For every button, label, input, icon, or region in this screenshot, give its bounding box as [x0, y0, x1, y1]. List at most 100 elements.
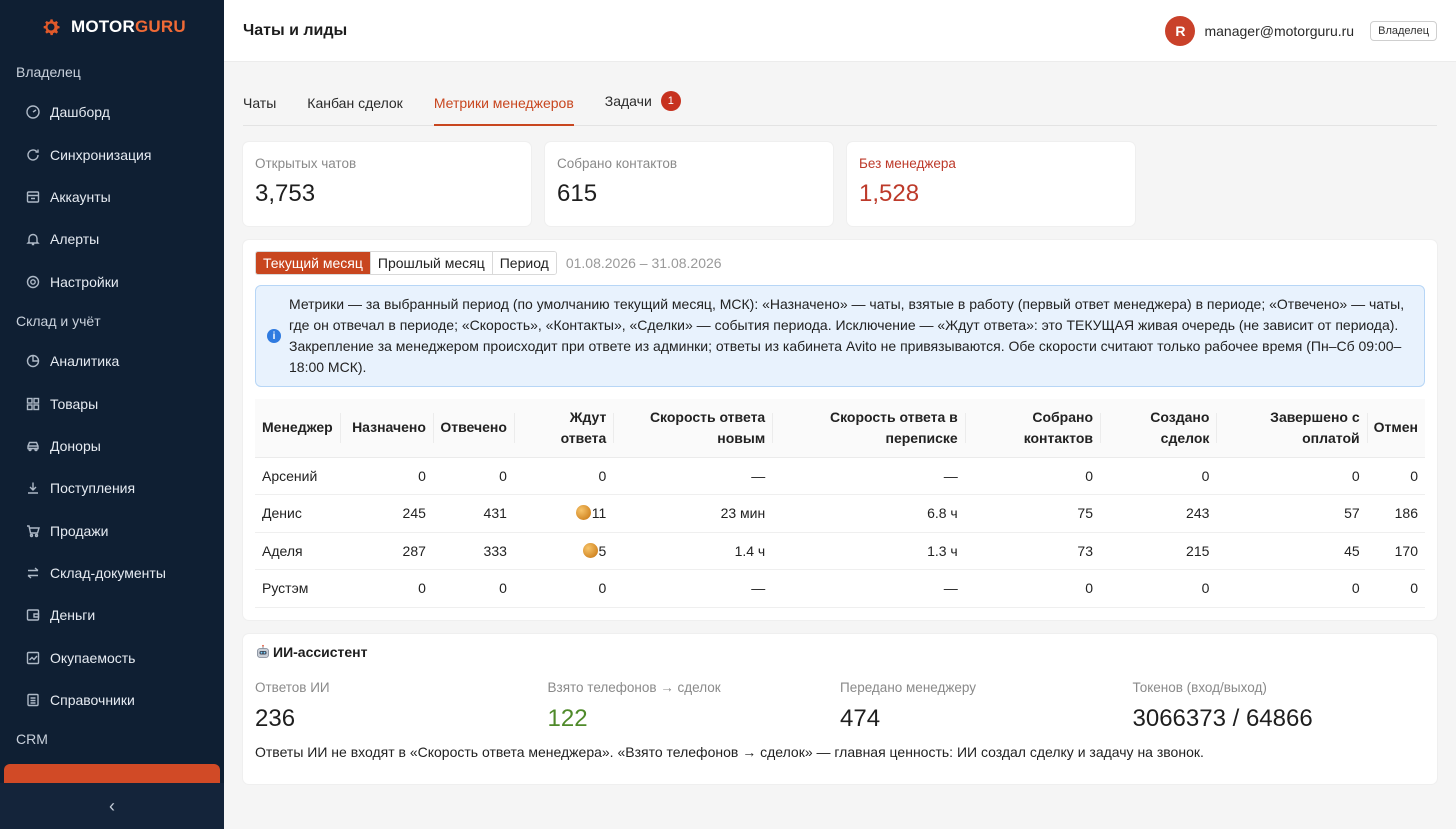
stat-cards: Открытых чатов 3,753 Собрано контактов 6… — [243, 142, 1437, 226]
sidebar-group-owner: Владелец — [16, 64, 81, 80]
cell-paid: 45 — [1216, 532, 1367, 570]
sidebar-item-label: Справочники — [50, 692, 135, 709]
sidebar-item-settings[interactable]: Настройки — [0, 261, 224, 303]
coin-icon — [575, 505, 591, 521]
brand-name: MOTORGURU — [71, 17, 186, 36]
col-contacts[interactable]: Собрано контактов — [964, 399, 1100, 458]
user-email[interactable]: manager@motorguru.ru — [1204, 23, 1354, 39]
period-selector: Текущий месяц Прошлый месяц Период 01.08… — [255, 251, 1425, 275]
col-answered[interactable]: Отвечено — [432, 399, 514, 458]
sidebar-item-analytics[interactable]: Аналитика — [0, 340, 224, 382]
cell-cancelled: 0 — [1366, 457, 1425, 495]
table-row[interactable]: Денис 245 431 11 23 мин 6.8 ч 75 243 57 … — [255, 494, 1425, 533]
col-cancelled[interactable]: Отмен — [1366, 399, 1425, 458]
tab-manager-metrics[interactable]: Метрики менеджеров — [433, 95, 574, 126]
table-header-row: Менеджер Назначено Отвечено Ждут ответа С… — [255, 399, 1425, 458]
logo[interactable]: MOTORGURU — [0, 0, 224, 54]
main-content: Чаты Канбан сделок Метрики менеджеров За… — [243, 62, 1437, 784]
col-speed-chat[interactable]: Скорость ответа в переписке — [772, 399, 965, 458]
stat-label: Собрано контактов — [557, 156, 678, 171]
cell-contacts: 75 — [964, 494, 1100, 533]
sidebar-item-label: Поступления — [50, 480, 136, 497]
sidebar-item-money[interactable]: Деньги — [0, 594, 224, 636]
sidebar-item-label: Аккаунты — [50, 188, 111, 205]
sidebar-item-label: Настройки — [50, 273, 119, 290]
cell-assigned: 287 — [339, 532, 433, 570]
settings-icon — [26, 275, 40, 288]
col-deals[interactable]: Создано сделок — [1100, 399, 1217, 458]
ai-stat-value: 474 — [840, 704, 881, 732]
stat-card-contacts: Собрано контактов 615 — [545, 142, 833, 226]
table-row[interactable]: Арсений 0 0 0 — — 0 0 0 0 — [255, 457, 1425, 495]
stat-value: 3,753 — [255, 180, 316, 207]
sidebar-item-label: Синхронизация — [50, 146, 152, 163]
table-row[interactable]: Аделя 287 333 5 1.4 ч 1.3 ч 73 215 45 17… — [255, 532, 1425, 570]
gear-logo-icon — [43, 19, 60, 36]
sidebar-item-label: Продажи — [50, 522, 109, 539]
tab-kanban[interactable]: Канбан сделок — [307, 95, 403, 125]
ai-stat-value: 3066373 / 64866 — [1132, 704, 1313, 732]
col-speed-new[interactable]: Скорость ответа новым — [613, 399, 773, 458]
sidebar-item-alerts[interactable]: Алерты — [0, 218, 224, 260]
sidebar-item-label: Товары — [50, 395, 99, 412]
sidebar-item-references[interactable]: Справочники — [0, 679, 224, 721]
ai-note: Ответы ИИ не входят в «Скорость ответа м… — [255, 743, 1204, 760]
ai-stat-label: Ответов ИИ — [255, 679, 330, 695]
ai-stats: Ответов ИИ 236 Взято телефонов → сделок … — [255, 680, 1425, 733]
ai-stat-answers: Ответов ИИ 236 — [255, 680, 548, 733]
tab-chats[interactable]: Чаты — [243, 95, 276, 125]
cell-speed-new: — — [613, 569, 773, 608]
cell-manager: Арсений — [255, 457, 340, 495]
cell-cancelled: 186 — [1366, 494, 1425, 533]
avatar[interactable]: R — [1165, 15, 1196, 46]
period-custom-button[interactable]: Период — [492, 252, 556, 274]
sidebar-item-crm-active[interactable] — [4, 764, 220, 783]
page-title: Чаты и лиды — [243, 21, 348, 39]
sidebar-item-warehouse-docs[interactable]: Склад-документы — [0, 552, 224, 594]
ai-assistant-title: ИИ-ассистент — [255, 644, 1425, 660]
ai-stat-label: Передано менеджеру — [840, 679, 977, 695]
ai-stat-label: Токенов (вход/выход) — [1132, 679, 1267, 695]
cell-answered: 333 — [432, 532, 514, 570]
list-icon — [27, 694, 39, 707]
stat-card-open-chats: Открытых чатов 3,753 — [243, 142, 531, 226]
col-paid[interactable]: Завершено с оплатой — [1216, 399, 1367, 458]
sidebar-item-products[interactable]: Товары — [0, 382, 224, 424]
col-waiting[interactable]: Ждут ответа — [513, 399, 614, 458]
period-current-month-button[interactable]: Текущий месяц — [256, 252, 371, 274]
cell-speed-new: 23 мин — [613, 494, 773, 533]
sidebar-item-accounts[interactable]: Аккаунты — [0, 176, 224, 218]
robot-icon — [257, 644, 269, 658]
col-manager[interactable]: Менеджер — [255, 399, 340, 458]
sidebar-item-payback[interactable]: Окупаемость — [0, 637, 224, 679]
cell-deals: 215 — [1100, 532, 1217, 570]
sidebar-item-label: Аналитика — [50, 353, 120, 370]
sidebar-item-label: Окупаемость — [50, 649, 136, 666]
sidebar-nav: Владелец Дашборд Синхронизация Аккаунты … — [0, 54, 224, 783]
sidebar-item-label: Алерты — [50, 231, 100, 248]
sidebar-item-sync[interactable]: Синхронизация — [0, 133, 224, 175]
cell-paid: 57 — [1216, 494, 1367, 533]
sidebar-item-label: Деньги — [50, 607, 96, 624]
cell-waiting: 11 — [513, 494, 614, 533]
sidebar-item-donors[interactable]: Доноры — [0, 425, 224, 467]
cell-contacts: 0 — [964, 569, 1100, 608]
page-header: Чаты и лиды R manager@motorguru.ru Владе… — [224, 0, 1456, 62]
period-last-month-button[interactable]: Прошлый месяц — [370, 252, 493, 274]
tabs: Чаты Канбан сделок Метрики менеджеров За… — [243, 62, 1437, 126]
tab-tasks[interactable]: Задачи 1 — [605, 91, 681, 125]
tab-label: Метрики менеджеров — [433, 95, 574, 111]
sidebar-item-sales[interactable]: Продажи — [0, 510, 224, 552]
table-row[interactable]: Рустэм 0 0 0 — — 0 0 0 0 — [255, 569, 1425, 608]
ai-stat-value: 122 — [547, 704, 588, 732]
store-icon — [26, 191, 40, 203]
waiting-count: 5 — [598, 542, 607, 559]
stat-label: Открытых чатов — [255, 156, 357, 171]
sidebar-item-dashboard[interactable]: Дашборд — [0, 91, 224, 133]
cell-speed-chat: — — [772, 457, 965, 495]
col-assigned[interactable]: Назначено — [339, 399, 433, 458]
cell-speed-chat: — — [772, 569, 965, 608]
sidebar-item-receipts[interactable]: Поступления — [0, 467, 224, 509]
info-alert: i Метрики — за выбранный период (по умол… — [255, 285, 1425, 387]
collapse-sidebar-button[interactable]: ‹ — [0, 783, 224, 829]
